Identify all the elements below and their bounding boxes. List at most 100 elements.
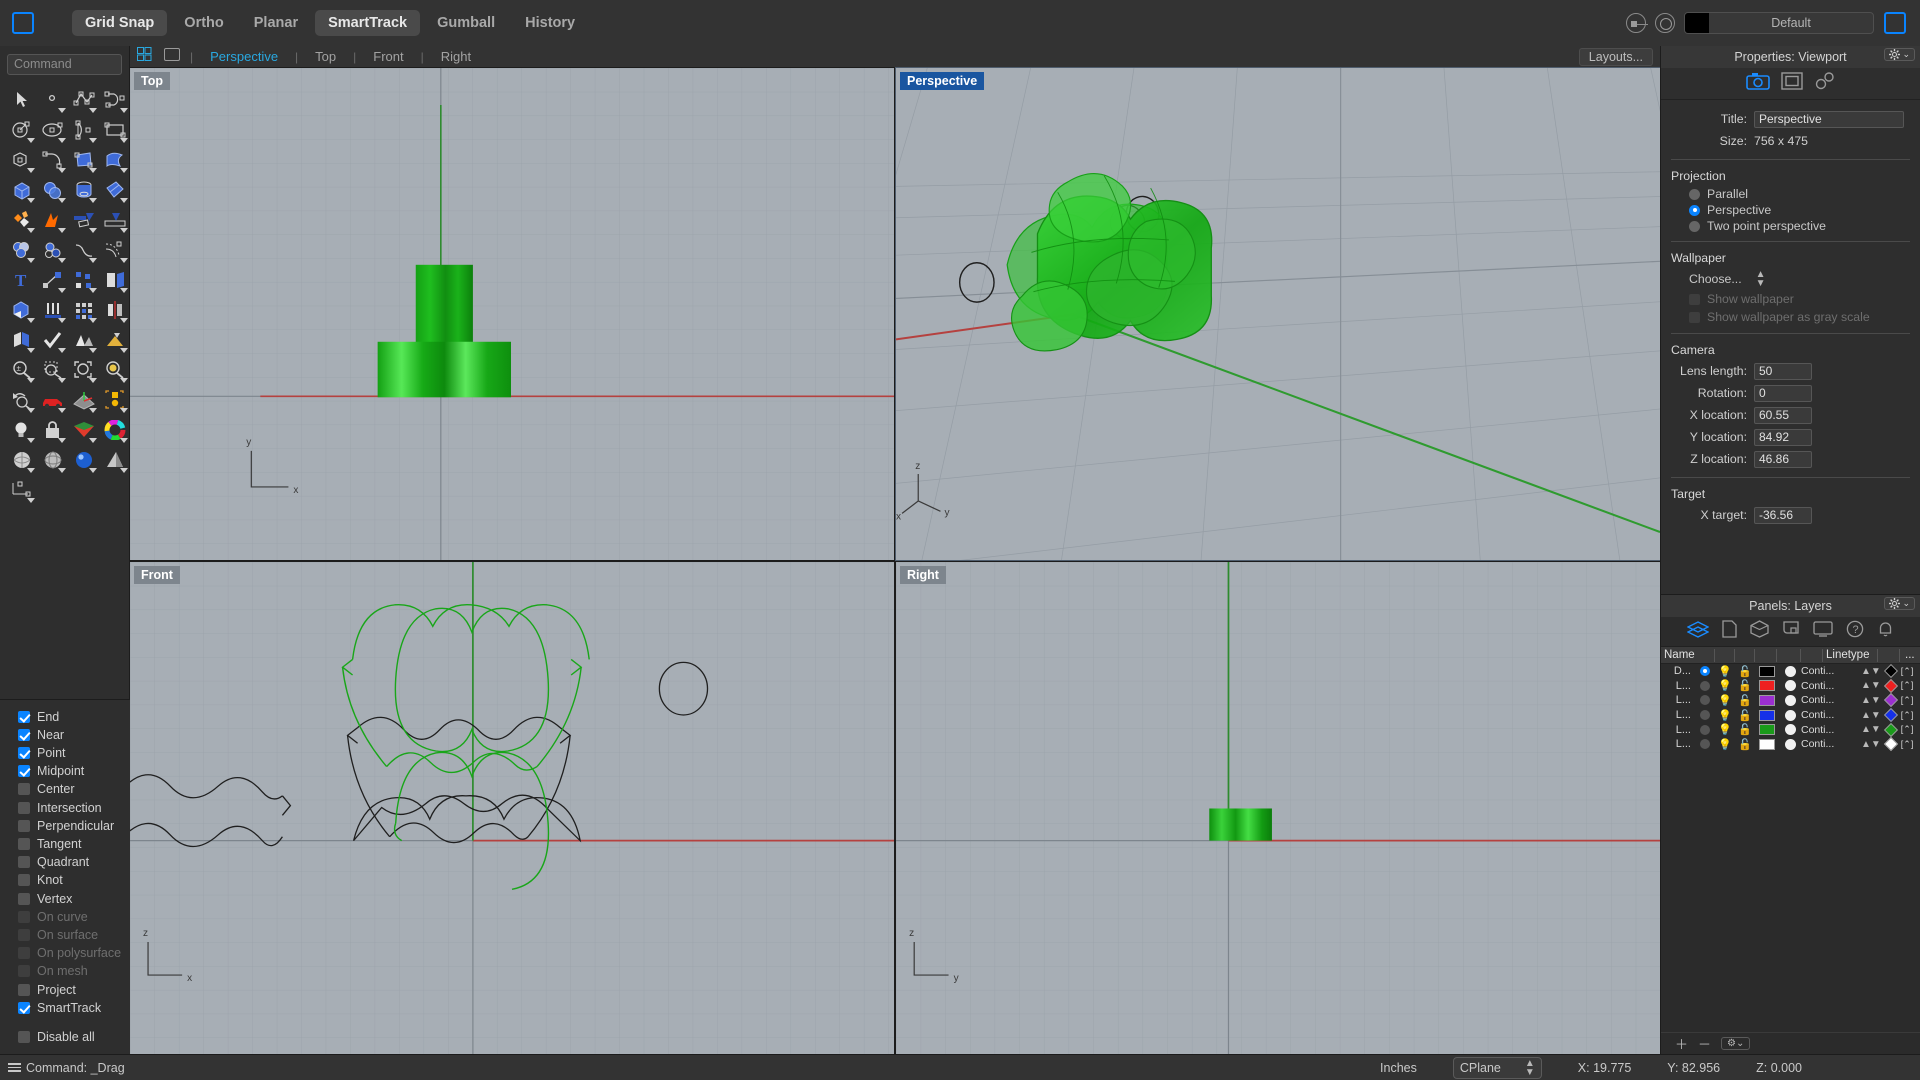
left-panel-toggle-icon[interactable] bbox=[12, 12, 34, 34]
circle-tool[interactable] bbox=[6, 115, 37, 145]
osnap-smarttrack-checkbox[interactable] bbox=[18, 1001, 30, 1014]
scale-tool[interactable] bbox=[37, 265, 68, 295]
osnap-disable-all[interactable]: Disable all bbox=[18, 1028, 130, 1046]
layer-linetype-stepper-icon[interactable]: ▲▼ bbox=[1861, 725, 1881, 735]
layers-col-visible[interactable] bbox=[1735, 648, 1755, 662]
layer-print-color[interactable] bbox=[1881, 737, 1901, 752]
projection-parallel-radio[interactable] bbox=[1689, 188, 1700, 200]
ghosted-display-icon[interactable] bbox=[99, 445, 130, 475]
osnap-near[interactable]: Near bbox=[18, 726, 130, 744]
loft-surface-tool[interactable] bbox=[99, 145, 130, 175]
help-icon[interactable]: ? bbox=[1846, 620, 1864, 643]
layers-col-color[interactable] bbox=[1777, 648, 1801, 662]
projection-two-point[interactable]: Two point perspective bbox=[1661, 218, 1920, 234]
check-tool[interactable] bbox=[37, 325, 68, 355]
viewport-tab-top[interactable]: Top bbox=[308, 49, 343, 64]
rendered-display-icon[interactable] bbox=[68, 445, 99, 475]
layer-linetype[interactable]: Conti... bbox=[1801, 665, 1847, 677]
layer-print-width[interactable]: [⌃] bbox=[1901, 695, 1914, 706]
zoom-window-icon[interactable] bbox=[37, 355, 68, 385]
layer-color-swatch[interactable] bbox=[1755, 738, 1779, 750]
osnap-near-checkbox[interactable] bbox=[18, 728, 30, 741]
viewport-right-label[interactable]: Right bbox=[900, 566, 946, 584]
osnap-point[interactable]: Point bbox=[18, 744, 130, 762]
osnap-point-checkbox[interactable] bbox=[18, 747, 30, 760]
layer-color-swatch[interactable] bbox=[1685, 13, 1709, 33]
lens-length-input[interactable]: 50 bbox=[1754, 362, 1812, 380]
toggle-smarttrack[interactable]: SmartTrack bbox=[315, 10, 421, 36]
layer-lock-icon[interactable]: 🔓 bbox=[1735, 709, 1755, 722]
osnap-midpoint-checkbox[interactable] bbox=[18, 765, 30, 778]
viewport-perspective[interactable]: Perspective z y x bbox=[895, 67, 1661, 561]
osnap-smarttrack[interactable]: SmartTrack bbox=[18, 999, 130, 1017]
array-tool[interactable] bbox=[68, 265, 99, 295]
render-tool[interactable] bbox=[68, 415, 99, 445]
object-properties-icon[interactable] bbox=[1750, 620, 1769, 643]
layer-color-swatch[interactable] bbox=[1755, 709, 1779, 721]
x-target-input[interactable]: -36.56 bbox=[1754, 506, 1812, 524]
layer-visible-icon[interactable]: 💡 bbox=[1715, 723, 1735, 736]
zoom-in-out-icon[interactable]: ± bbox=[6, 355, 37, 385]
wallpaper-choose-stepper-icon[interactable]: ▲ ▼ bbox=[1756, 270, 1766, 289]
layers-col-linetype[interactable]: Linetype bbox=[1823, 648, 1878, 662]
cylinder-tool[interactable] bbox=[68, 175, 99, 205]
layer-linetype[interactable]: Conti... bbox=[1801, 694, 1847, 706]
layer-lock-icon[interactable]: 🔓 bbox=[1735, 723, 1755, 736]
osnap-disable-all-checkbox[interactable] bbox=[18, 1030, 30, 1043]
pan-rotate-view-icon[interactable] bbox=[6, 385, 37, 415]
surface-patch-tool[interactable] bbox=[99, 175, 130, 205]
projection-parallel[interactable]: Parallel bbox=[1661, 186, 1920, 202]
box-solid-tool[interactable] bbox=[6, 175, 37, 205]
surface-from-points-tool[interactable] bbox=[68, 145, 99, 175]
curve-tool[interactable] bbox=[99, 85, 130, 115]
viewport-right[interactable]: Right z y bbox=[896, 562, 1660, 1054]
x-location-input[interactable]: 60.55 bbox=[1754, 406, 1812, 424]
layer-color-swatch[interactable] bbox=[1755, 694, 1779, 706]
layer-material-swatch[interactable] bbox=[1779, 738, 1801, 750]
layer-current-toggle[interactable] bbox=[1695, 680, 1715, 691]
layer-print-width[interactable]: [⌃] bbox=[1901, 666, 1914, 677]
layer-visible-icon[interactable]: 💡 bbox=[1715, 665, 1735, 678]
layer-lock-icon[interactable]: 🔓 bbox=[1735, 679, 1755, 692]
table-row[interactable]: L... 💡 🔓 Conti... ▲▼ [⌃] bbox=[1661, 737, 1920, 752]
viewport-front-label[interactable]: Front bbox=[134, 566, 180, 584]
layer-visible-icon[interactable]: 💡 bbox=[1715, 694, 1735, 707]
menu-hamburger-icon[interactable] bbox=[8, 1061, 21, 1074]
light-tool[interactable] bbox=[6, 415, 37, 445]
layers-col-material[interactable] bbox=[1801, 648, 1823, 662]
osnap-knot[interactable]: Knot bbox=[18, 871, 130, 889]
layer-visible-icon[interactable]: 💡 bbox=[1715, 709, 1735, 722]
mesh-tool[interactable] bbox=[68, 325, 99, 355]
layer-material-swatch[interactable] bbox=[1779, 724, 1801, 736]
layer-current-toggle[interactable] bbox=[1695, 710, 1715, 721]
osnap-center[interactable]: Center bbox=[18, 780, 130, 798]
projection-two-point-radio[interactable] bbox=[1689, 220, 1700, 232]
layer-lock-icon[interactable]: 🔓 bbox=[1735, 694, 1755, 707]
group-objects-icon[interactable] bbox=[99, 385, 130, 415]
viewport-tab-front[interactable]: Front bbox=[366, 49, 410, 64]
notifications-bell-icon[interactable] bbox=[1877, 620, 1894, 643]
single-view-layout-icon[interactable] bbox=[164, 47, 180, 66]
cplane-stepper-icon[interactable]: ▲ ▼ bbox=[1525, 1058, 1535, 1077]
osnap-quadrant[interactable]: Quadrant bbox=[18, 853, 130, 871]
text-tool[interactable]: T bbox=[6, 265, 37, 295]
layer-visible-icon[interactable]: 💡 bbox=[1715, 738, 1735, 751]
layer-print-color[interactable] bbox=[1881, 708, 1901, 723]
layer-options-button[interactable]: ⚙⌄ bbox=[1721, 1037, 1751, 1050]
current-layer-select[interactable]: Default bbox=[1684, 12, 1874, 34]
osnap-intersection[interactable]: Intersection bbox=[18, 799, 130, 817]
layer-print-width[interactable]: [⌃] bbox=[1901, 710, 1914, 721]
layer-material-swatch[interactable] bbox=[1779, 709, 1801, 721]
layer-linetype[interactable]: Conti... bbox=[1801, 709, 1847, 721]
layer-lock-icon[interactable]: 🔓 bbox=[1735, 738, 1755, 751]
remove-layer-button[interactable]: － bbox=[1698, 1034, 1711, 1053]
layer-current-toggle[interactable] bbox=[1695, 724, 1715, 735]
cplane-select[interactable]: CPlane ▲ ▼ bbox=[1452, 1056, 1542, 1079]
trim-tool[interactable] bbox=[68, 205, 99, 235]
table-row[interactable]: L... 💡 🔓 Conti... ▲▼ [⌃] bbox=[1661, 708, 1920, 723]
point-tool[interactable] bbox=[37, 85, 68, 115]
viewport-title-input[interactable]: Perspective bbox=[1754, 110, 1904, 128]
osnap-tangent-checkbox[interactable] bbox=[18, 838, 30, 851]
layer-print-color[interactable] bbox=[1881, 722, 1901, 737]
osnap-knot-checkbox[interactable] bbox=[18, 874, 30, 887]
